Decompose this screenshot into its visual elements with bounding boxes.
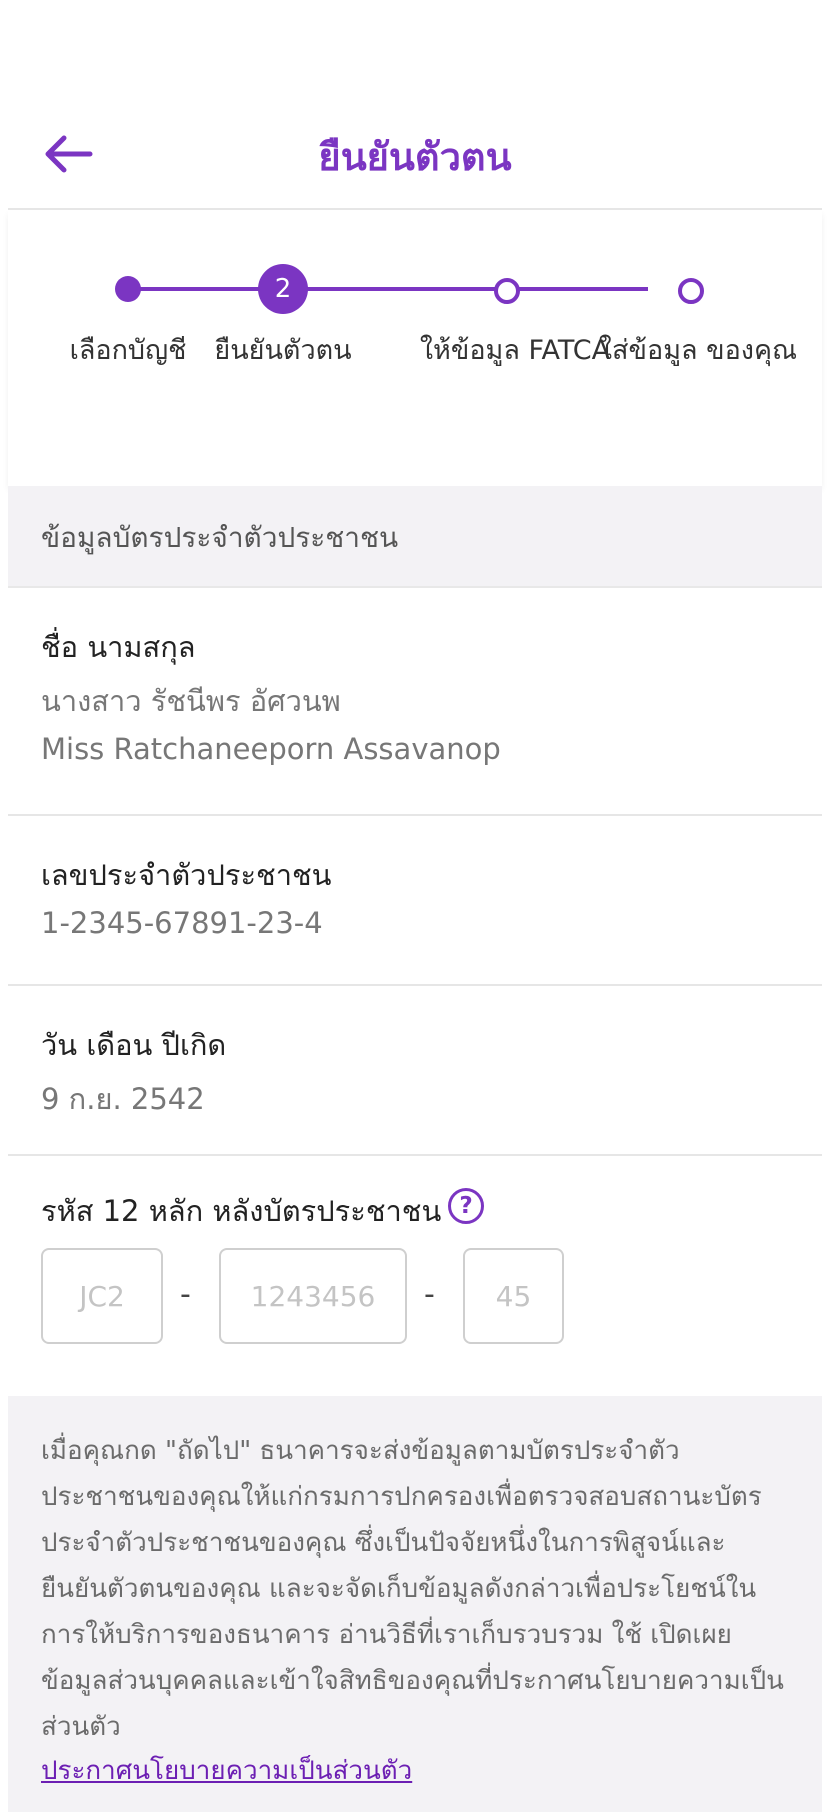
id-value: 1-2345-67891-23-4 <box>41 906 323 940</box>
question-circle-icon[interactable]: ? <box>448 1188 484 1224</box>
step-3-dot <box>494 278 520 304</box>
laser-code-part1-input[interactable] <box>41 1248 163 1344</box>
step-3-label: ให้ข้อมูล FATCA <box>419 335 611 366</box>
dob-field: วัน เดือน ปีเกิด 9 ก.ย. 2542 <box>8 986 822 1156</box>
section-title: ข้อมูลบัตรประจำตัวประชาชน <box>41 521 399 554</box>
section-header: ข้อมูลบัตรประจำตัวประชาชน <box>8 486 822 588</box>
laser-code-label: รหัส 12 หลัก หลังบัตรประชาชน <box>41 1194 442 1228</box>
notice-text: เมื่อคุณกด "ถัดไป" ธนาคารจะส่งข้อมูลตามบ… <box>41 1436 784 1742</box>
consent-notice: เมื่อคุณกด "ถัดไป" ธนาคารจะส่งข้อมูลตามบ… <box>8 1396 822 1812</box>
name-thai-value: นางสาว รัชนีพร อัศวนพ <box>41 684 341 718</box>
name-label: ชื่อ นามสกุล <box>41 630 196 664</box>
name-field: ชื่อ นามสกุล นางสาว รัชนีพร อัศวนพ Miss … <box>8 588 822 816</box>
separator-2: - <box>424 1277 435 1312</box>
step-4-dot <box>678 278 704 304</box>
separator-1: - <box>180 1277 191 1312</box>
stepper-line <box>128 287 648 291</box>
name-english-value: Miss Ratchaneeporn Assavanop <box>41 732 501 766</box>
header-bar: ยืนยันตัวตน <box>8 100 822 210</box>
laser-code-part3-input[interactable] <box>463 1248 564 1344</box>
privacy-policy-link[interactable]: ประกาศนโยบายความเป็นส่วนตัว <box>41 1750 412 1791</box>
step-2-dot: 2 <box>258 264 308 314</box>
step-1-dot <box>115 276 141 302</box>
step-4-label: ใส่ข้อมูล ของคุณ <box>598 335 798 366</box>
progress-stepper: 2 เลือกบัญชี ยืนยันตัวตน ให้ข้อมูล FATCA… <box>8 210 822 486</box>
step-2-label: ยืนยันตัวตน <box>214 335 352 366</box>
page: ยืนยันตัวตน 2 เลือกบัญชี ยืนยันตัวตน ให้… <box>8 0 822 1812</box>
page-title: ยืนยันตัวตน <box>318 135 512 179</box>
id-field: เลขประจำตัวประชาชน 1-2345-67891-23-4 <box>8 816 822 986</box>
id-label: เลขประจำตัวประชาชน <box>41 858 332 892</box>
dob-value: 9 ก.ย. 2542 <box>41 1082 205 1116</box>
laser-code-part2-input[interactable] <box>219 1248 407 1344</box>
dob-label: วัน เดือน ปีเกิด <box>41 1028 227 1062</box>
